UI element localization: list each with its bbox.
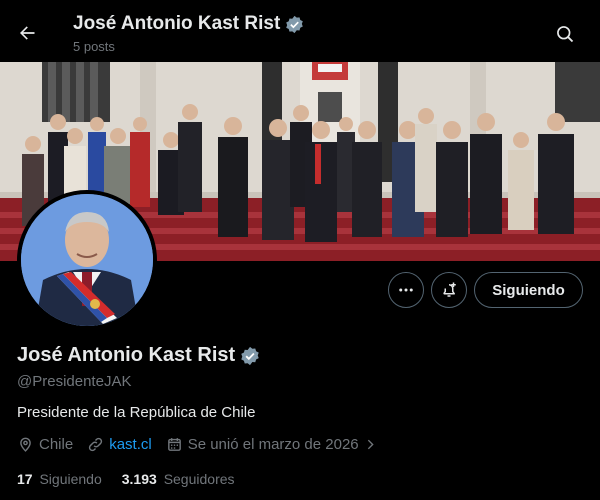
search-icon [557, 26, 574, 43]
header-text: José Antonio Kast Rist 5 posts [73, 12, 304, 54]
more-button[interactable] [388, 272, 424, 308]
location-icon [20, 437, 31, 452]
website-link[interactable]: kast.cl [109, 436, 152, 453]
calendar-icon [167, 438, 181, 451]
join-date[interactable]: Se unió el marzo de 2026 [166, 436, 377, 453]
followers-stat[interactable]: 3.193 Seguidores [122, 471, 235, 487]
following-count: 17 [17, 471, 33, 487]
followers-count: 3.193 [121, 471, 157, 487]
chevron-right-icon [367, 439, 374, 450]
followers-label: Seguidores [163, 471, 235, 487]
header-title: José Antonio Kast Rist [73, 13, 281, 34]
profile-header: José Antonio Kast Rist 5 posts [0, 0, 600, 62]
profile-handle: @PresidenteJAK [17, 373, 132, 390]
search-button[interactable] [548, 17, 582, 51]
header-title-row: José Antonio Kast Rist [73, 12, 304, 36]
bell-plus-icon [443, 282, 456, 297]
arrow-left-icon [20, 26, 35, 40]
profile-name: José Antonio Kast Rist [17, 344, 236, 366]
location: Chile [17, 436, 73, 453]
profile-bio: Presidente de la República de Chile [17, 404, 256, 421]
notifications-button[interactable] [431, 272, 467, 308]
join-date-text: Se unió el marzo de 2026 [187, 436, 359, 453]
profile-name-row: José Antonio Kast Rist [17, 344, 260, 367]
following-stat[interactable]: 17 Siguiendo [17, 471, 102, 487]
following-button[interactable]: Siguiendo [474, 272, 583, 308]
avatar[interactable] [17, 190, 157, 330]
profile-meta: Chile kast.cl Se unió el marzo de 2026 [17, 436, 391, 453]
location-text: Chile [39, 436, 74, 453]
website[interactable]: kast.cl [87, 436, 152, 453]
verified-badge-icon[interactable] [240, 346, 260, 366]
link-icon [89, 437, 103, 452]
follow-stats: 17 Siguiendo 3.193 Seguidores [17, 471, 255, 487]
verified-badge-icon [286, 15, 304, 33]
following-label: Siguiendo [39, 471, 102, 487]
avatar-photo [21, 194, 153, 326]
post-count: 5 posts [73, 39, 115, 54]
more-icon [399, 288, 413, 292]
back-button[interactable] [10, 16, 44, 50]
